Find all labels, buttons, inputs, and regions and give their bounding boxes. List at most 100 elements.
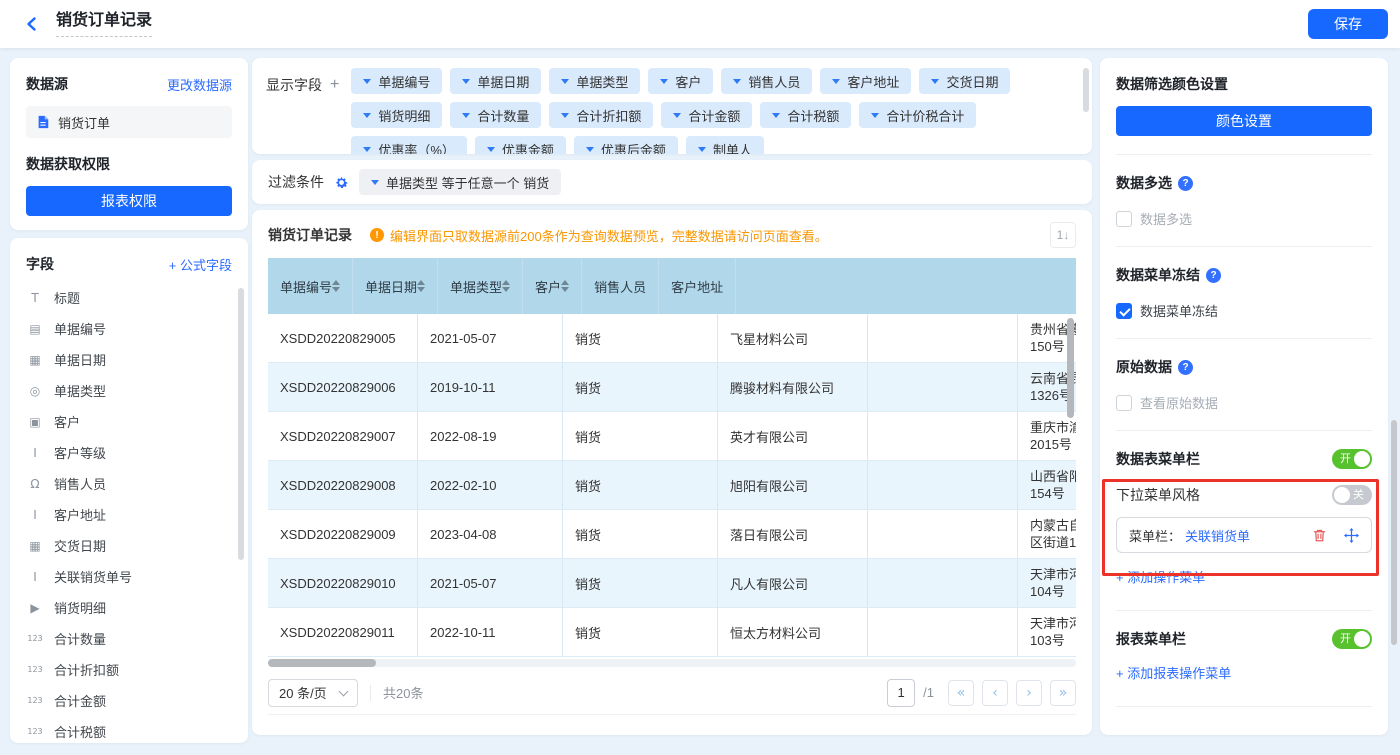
dropdown-style-toggle[interactable]: 关 — [1332, 485, 1372, 505]
cell-code: XSDD20220829005 — [268, 314, 418, 362]
page-number-input[interactable]: 1 — [887, 678, 916, 707]
sort-arrows-icon[interactable] — [561, 280, 570, 292]
table-row[interactable]: XSDD20220829006 2019-10-11 销货 腾骏材料有限公司 云… — [268, 363, 1076, 412]
chevron-down-icon — [697, 146, 706, 152]
report-permission-button[interactable]: 报表权限 — [26, 186, 232, 216]
display-fields-scrollbar[interactable] — [1083, 68, 1089, 112]
color-settings-button[interactable]: 颜色设置 — [1116, 106, 1372, 136]
raw-data-checkbox-row[interactable]: 查看原始数据 — [1116, 393, 1372, 412]
help-icon[interactable]: ? — [1206, 267, 1221, 283]
cell-salesperson — [868, 559, 1018, 607]
table-header-cell[interactable]: 单据类型 — [438, 258, 524, 314]
display-field-chip[interactable]: 合计金额 — [661, 102, 753, 128]
add-report-action-menu-link[interactable]: + 添加报表操作菜单 — [1116, 663, 1372, 682]
table-row[interactable]: XSDD20220829007 2022-08-19 销货 英才有限公司 重庆市… — [268, 412, 1076, 461]
total-count: 共20条 — [383, 686, 424, 701]
table-row[interactable]: XSDD20220829010 2021-05-07 销货 凡人有限公司 天津市… — [268, 559, 1076, 608]
page-size-select[interactable]: 20 条/页 — [268, 678, 358, 707]
first-page-icon[interactable]: « — [948, 679, 974, 706]
change-datasource-link[interactable]: 更改数据源 — [167, 75, 232, 94]
field-item[interactable]: I 关联销货单号 — [26, 561, 232, 592]
field-item[interactable]: ▦ 交货日期 — [26, 530, 232, 561]
add-action-menu-link[interactable]: + 添加操作菜单 — [1116, 567, 1372, 586]
field-label: 合计折扣额 — [54, 663, 120, 678]
sort-arrows-icon[interactable] — [332, 280, 341, 292]
chevron-down-icon — [673, 112, 682, 118]
table-horizontal-scrollbar[interactable] — [268, 659, 376, 667]
last-page-icon[interactable]: » — [1050, 679, 1076, 706]
cell-customer: 落日有限公司 — [718, 510, 868, 558]
field-item[interactable]: 123 合计税额 — [26, 716, 232, 743]
prev-page-icon[interactable]: ‹ — [982, 679, 1008, 706]
menu-freeze-checkbox-row[interactable]: 数据菜单冻结 — [1116, 301, 1372, 320]
table-header-cell[interactable]: 客户 — [523, 258, 583, 314]
gear-icon[interactable] — [334, 175, 349, 190]
field-item[interactable]: 123 合计折扣额 — [26, 654, 232, 685]
multi-select-checkbox-row[interactable]: 数据多选 — [1116, 209, 1372, 228]
next-page-icon[interactable]: › — [1016, 679, 1042, 706]
display-field-chip[interactable]: 单据编号 — [351, 68, 443, 94]
table-vertical-scrollbar[interactable] — [1067, 318, 1074, 418]
field-item[interactable]: ▤ 单据编号 — [26, 313, 232, 344]
display-field-chip[interactable]: 客户地址 — [820, 68, 912, 94]
chip-label: 优惠率（%） — [378, 142, 455, 155]
raw-data-checkbox[interactable] — [1116, 394, 1132, 411]
table-row[interactable]: XSDD20220829005 2021-05-07 销货 飞星材料公司 贵州省… — [268, 314, 1076, 363]
display-field-chip[interactable]: 单据日期 — [450, 68, 542, 94]
sort-arrows-icon[interactable] — [417, 280, 426, 292]
fields-scrollbar[interactable] — [238, 288, 244, 560]
field-item[interactable]: 123 合计金额 — [26, 685, 232, 716]
field-item[interactable]: Ω 销售人员 — [26, 468, 232, 499]
datasource-item[interactable]: 销货订单 — [26, 106, 232, 138]
display-field-chip[interactable]: 优惠后金额 — [573, 136, 678, 154]
save-button[interactable]: 保存 — [1308, 9, 1388, 39]
add-formula-field-link[interactable]: + 公式字段 — [169, 255, 232, 274]
field-item[interactable]: 123 合计数量 — [26, 623, 232, 654]
table-menubar-toggle[interactable]: 开 — [1332, 449, 1372, 469]
display-field-chip[interactable]: 销货明细 — [351, 102, 443, 128]
delete-icon[interactable] — [1311, 527, 1327, 543]
field-item[interactable]: ▦ 单据日期 — [26, 344, 232, 375]
window-scrollbar[interactable] — [1391, 420, 1397, 645]
field-item[interactable]: I 客户等级 — [26, 437, 232, 468]
page-title: 销货订单记录 — [56, 11, 153, 37]
display-field-chip[interactable]: 客户 — [648, 68, 714, 94]
field-item[interactable]: ◎ 单据类型 — [26, 375, 232, 406]
cell-salesperson — [868, 608, 1018, 656]
table-header-cell[interactable]: 单据日期 — [353, 258, 439, 314]
table-header-cell[interactable]: 客户地址 — [659, 258, 737, 314]
table-row[interactable]: XSDD20220829008 2022-02-10 销货 旭阳有限公司 山西省… — [268, 461, 1076, 510]
multi-select-checkbox[interactable] — [1116, 210, 1132, 227]
field-item[interactable]: ▶ 销货明细 — [26, 592, 232, 623]
display-field-chip[interactable]: 交货日期 — [919, 68, 1011, 94]
display-field-chip[interactable]: 销售人员 — [721, 68, 813, 94]
display-field-chip[interactable]: 优惠金额 — [474, 136, 566, 155]
report-menubar-toggle[interactable]: 开 — [1332, 629, 1372, 649]
chip-label: 优惠金额 — [501, 142, 554, 155]
table-row[interactable]: XSDD20220829009 2023-04-08 销货 落日有限公司 内蒙古… — [268, 510, 1076, 559]
menu-freeze-checkbox[interactable] — [1116, 302, 1132, 319]
display-field-chip[interactable]: 合计价税合计 — [859, 102, 977, 128]
help-icon[interactable]: ? — [1178, 175, 1193, 191]
display-field-chip[interactable]: 优惠率（%） — [351, 136, 467, 154]
menu-item-link[interactable]: 关联销货单 — [1185, 526, 1250, 545]
display-field-chip[interactable]: 单据类型 — [549, 68, 641, 94]
sort-arrows-icon[interactable] — [502, 280, 511, 292]
add-display-field-button[interactable]: + — [330, 77, 339, 93]
table-row[interactable]: XSDD20220829011 2022-10-11 销货 恒太方材料公司 天津… — [268, 608, 1076, 657]
sort-order-icon[interactable]: 1↓ — [1050, 222, 1076, 248]
display-field-chip[interactable]: 合计折扣额 — [549, 102, 654, 128]
back-button[interactable] — [22, 14, 42, 34]
filter-condition-chip[interactable]: 单据类型 等于任意一个 销货 — [359, 169, 562, 195]
field-item[interactable]: I 客户地址 — [26, 499, 232, 530]
field-item[interactable]: ▣ 客户 — [26, 406, 232, 437]
display-field-chip[interactable]: 制单人 — [685, 136, 764, 154]
field-item[interactable]: T 标题 — [26, 282, 232, 313]
help-icon[interactable]: ? — [1178, 359, 1193, 375]
table-header-cell[interactable]: 单据编号 — [268, 258, 354, 314]
table-header-cell[interactable]: 销售人员 — [582, 258, 660, 314]
cell-type: 销货 — [563, 559, 718, 607]
display-field-chip[interactable]: 合计数量 — [450, 102, 542, 128]
move-icon[interactable] — [1343, 527, 1359, 543]
display-field-chip[interactable]: 合计税额 — [760, 102, 852, 128]
